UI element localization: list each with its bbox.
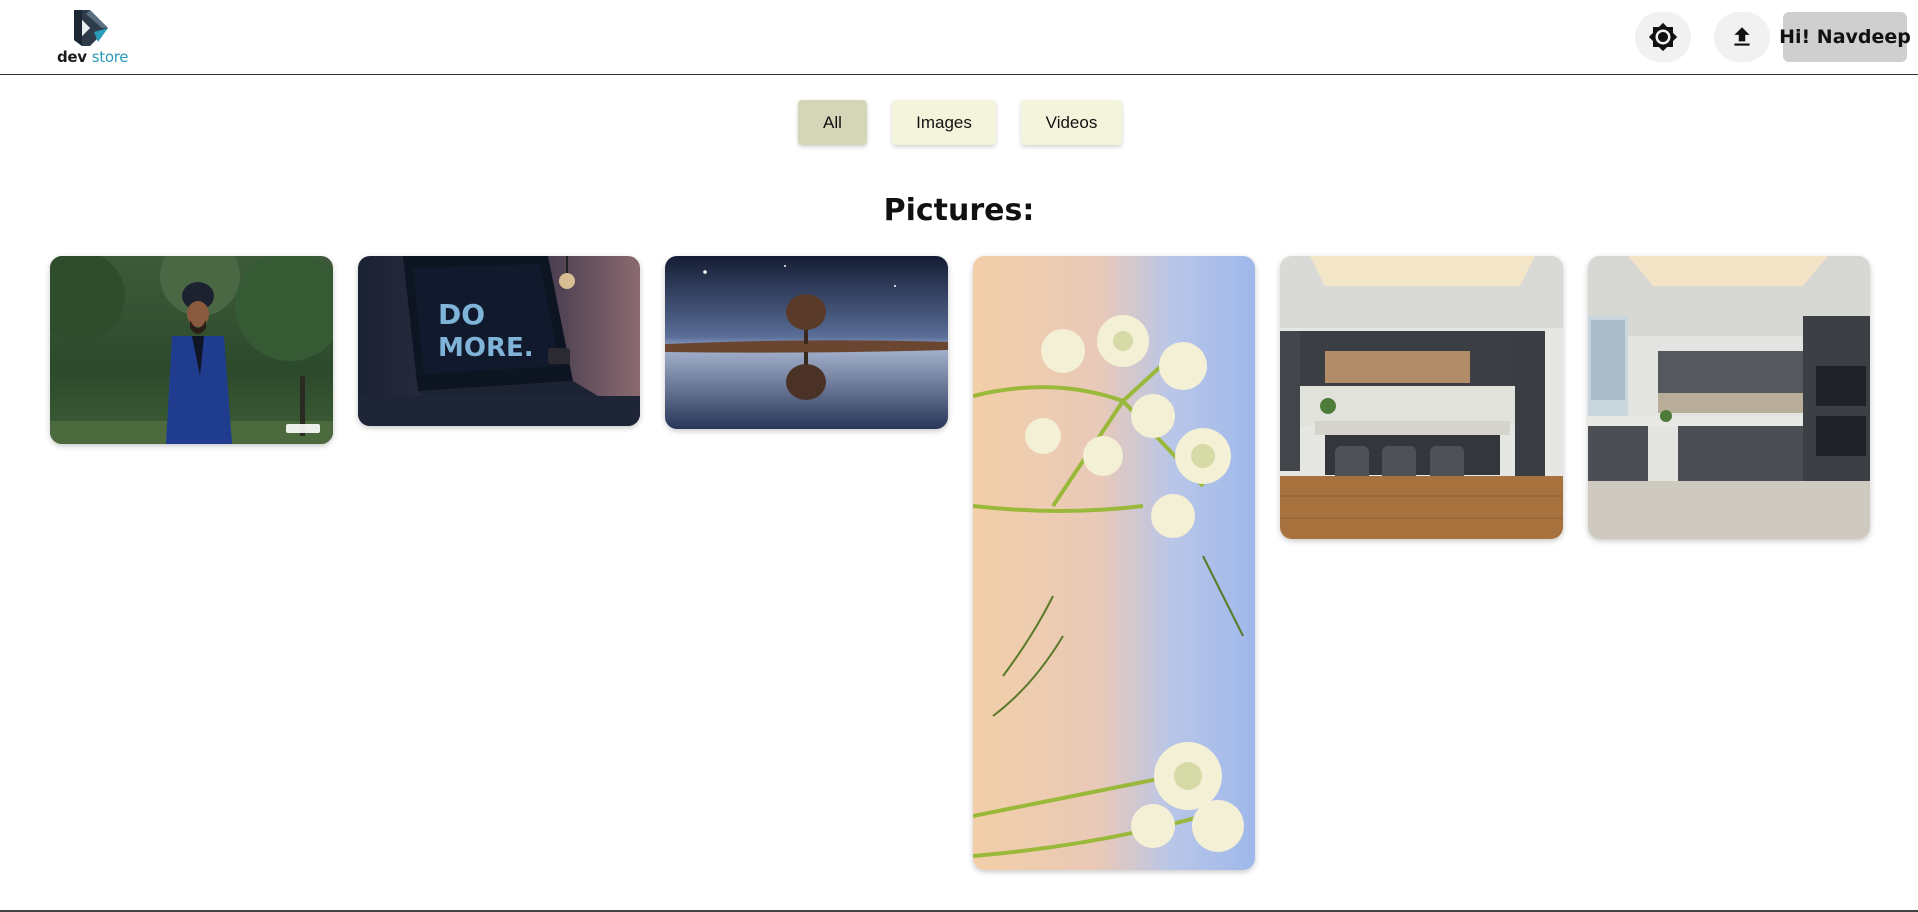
wildflowers-photo <box>973 256 1255 870</box>
pictures-heading: Pictures: <box>883 193 1035 228</box>
logo-wordmark: dev store <box>57 48 128 66</box>
user-menu-button[interactable]: Hi! Navdeep <box>1779 12 1911 62</box>
filter-images-button[interactable]: Images <box>892 100 996 145</box>
media-filter-tabs: All Images Videos <box>0 100 1918 145</box>
filter-all-button[interactable]: All <box>798 100 867 145</box>
filter-videos-button[interactable]: Videos <box>1021 100 1122 145</box>
upload-icon <box>1734 27 1750 46</box>
man-in-suit-photo <box>50 256 333 444</box>
gallery-image-grey-kitchen[interactable] <box>1588 256 1870 539</box>
laptop-photo: DO MORE. <box>358 256 640 426</box>
grey-kitchen-photo <box>1588 256 1870 539</box>
upload-button[interactable] <box>1714 12 1770 62</box>
logo-word-store: store <box>91 48 129 66</box>
brightness-icon <box>1648 22 1678 52</box>
logo-word-dev: dev <box>57 48 87 66</box>
dev-store-logo[interactable]: dev store <box>56 6 132 68</box>
gallery-image-kitchen-island[interactable] <box>1280 256 1563 539</box>
logo-mark-icon <box>74 10 108 46</box>
kitchen-island-photo <box>1280 256 1563 539</box>
top-navbar: dev store Hi! Navdeep <box>0 0 1918 75</box>
tree-reflection-photo <box>665 256 948 429</box>
gallery-image-tree-reflection[interactable] <box>665 256 948 429</box>
theme-toggle-button[interactable] <box>1635 12 1691 62</box>
laptop-screen-text-2: MORE. <box>438 333 534 363</box>
gallery-image-laptop-do-more[interactable]: DO MORE. <box>358 256 640 426</box>
gallery-image-man-in-suit[interactable] <box>50 256 333 444</box>
laptop-screen-text-1: DO <box>438 298 485 331</box>
gallery-image-wildflowers[interactable] <box>973 256 1255 870</box>
